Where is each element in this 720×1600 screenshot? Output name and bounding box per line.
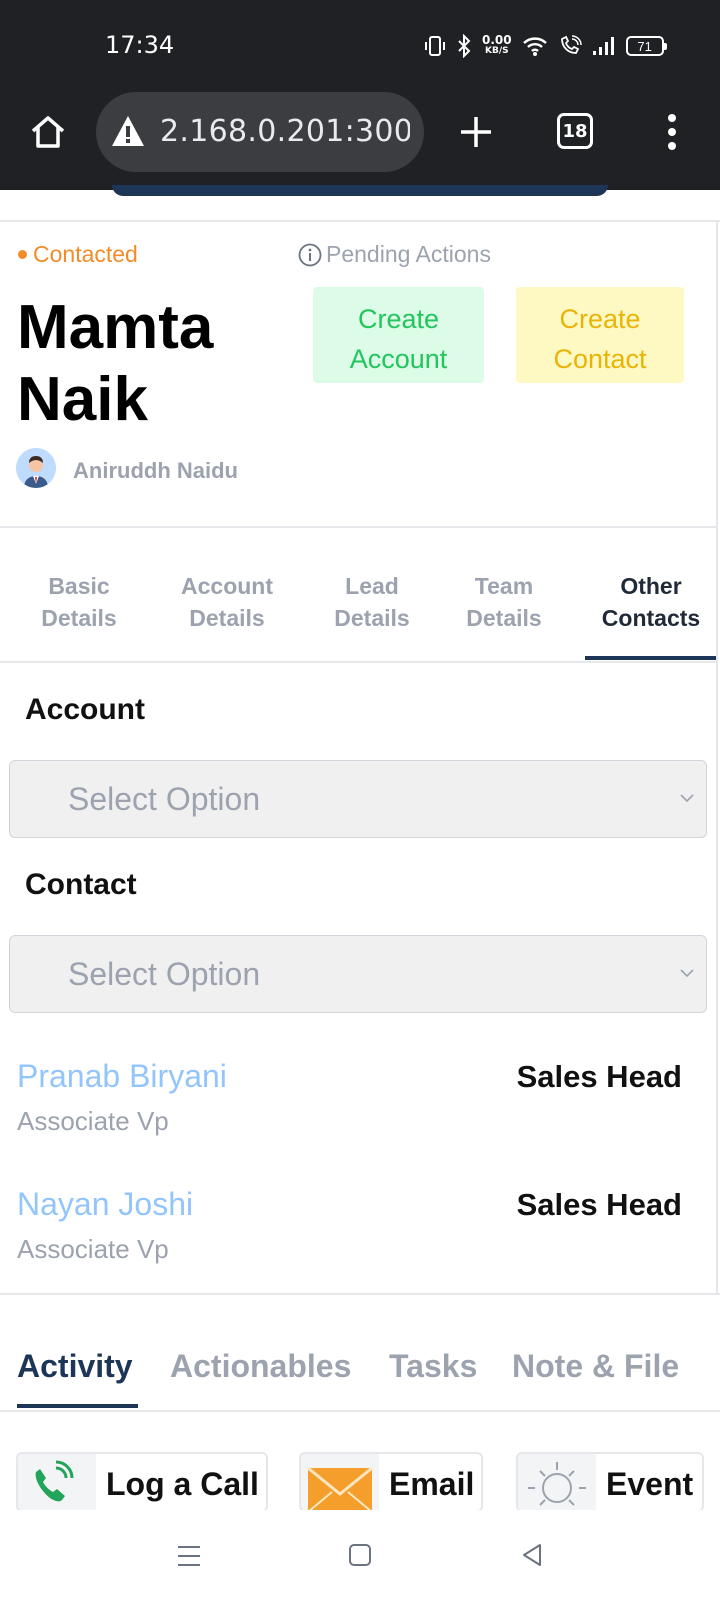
contact-name-link[interactable]: Nayan Joshi — [17, 1186, 193, 1223]
info-icon — [298, 243, 322, 266]
contact-role: Sales Head — [516, 1059, 682, 1094]
tab-team-details[interactable]: Team Details — [452, 570, 556, 634]
chevron-down-icon — [680, 969, 694, 978]
divider — [0, 526, 718, 528]
previous-section-edge — [112, 185, 608, 196]
active-tab-indicator — [585, 656, 716, 660]
lead-owner-name: Aniruddh Naidu — [73, 458, 238, 483]
account-select[interactable]: Select Option — [9, 760, 707, 838]
contact-title: Associate Vp — [17, 1106, 169, 1136]
net-speed: 0.00 KB/S — [482, 33, 512, 56]
system-nav-bar — [0, 1510, 720, 1600]
recent-apps-icon[interactable] — [176, 1543, 202, 1569]
log-a-call-button[interactable]: Log a Call — [16, 1452, 268, 1512]
user-avatar-icon — [16, 448, 56, 488]
account-label: Account — [25, 693, 145, 726]
back-nav-icon[interactable] — [520, 1543, 544, 1567]
phone-icon — [35, 1460, 74, 1502]
tab-tasks[interactable]: Tasks — [389, 1348, 477, 1385]
divider — [0, 1410, 720, 1412]
tab-actionables[interactable]: Actionables — [170, 1348, 351, 1385]
status-bar: 17:34 0.00 KB/S 71 — [0, 0, 720, 90]
chevron-down-icon — [680, 794, 694, 803]
tab-other-contacts[interactable]: Other Contacts — [588, 570, 714, 634]
active-tab-indicator — [17, 1404, 138, 1408]
email-button[interactable]: Email — [299, 1452, 483, 1512]
event-label: Event — [606, 1466, 694, 1502]
icon-box — [518, 1454, 596, 1510]
contact-select-placeholder: Select Option — [68, 956, 261, 992]
tab-basic-details[interactable]: Basic Details — [24, 570, 134, 634]
lead-status-text: Contacted — [33, 241, 138, 267]
vibrate-icon — [425, 36, 445, 56]
lead-name: Mamta Naik — [17, 293, 214, 434]
avatar — [16, 448, 56, 488]
icon-box — [301, 1454, 379, 1510]
account-select-placeholder: Select Option — [68, 781, 261, 817]
tab-account-details[interactable]: Account Details — [170, 570, 284, 634]
envelope-icon — [307, 1466, 373, 1510]
divider — [0, 220, 720, 222]
divider — [0, 661, 718, 663]
tab-switcher-button[interactable]: 18 — [557, 113, 593, 149]
create-contact-button[interactable]: Create Contact — [516, 287, 684, 383]
tab-activity[interactable]: Activity — [17, 1348, 133, 1385]
icon-box — [18, 1454, 96, 1510]
lead-status-badge: Contacted — [18, 241, 138, 268]
divider — [716, 220, 718, 1295]
more-menu-icon[interactable] — [660, 112, 684, 152]
new-tab-icon[interactable] — [456, 112, 496, 152]
detail-tabs: Basic Details Account Details Lead Detai… — [0, 570, 716, 662]
url-text[interactable]: 2.168.0.201:3000 — [160, 114, 410, 149]
address-bar[interactable]: 2.168.0.201:3000 — [96, 92, 424, 172]
contact-title: Associate Vp — [17, 1234, 169, 1264]
event-button[interactable]: Event — [516, 1452, 704, 1512]
warning-icon[interactable] — [110, 114, 146, 148]
signal-icon — [592, 37, 614, 55]
tab-note-and-file[interactable]: Note & File — [512, 1348, 679, 1385]
log-a-call-label: Log a Call — [106, 1466, 259, 1502]
pending-actions-label[interactable]: Pending Actions — [326, 241, 491, 268]
bluetooth-icon — [458, 34, 471, 58]
wifi-calling-icon — [560, 35, 582, 54]
wifi-icon — [522, 37, 547, 56]
create-account-button[interactable]: Create Account — [313, 287, 484, 383]
tab-lead-details[interactable]: Lead Details — [320, 570, 424, 634]
status-time: 17:34 — [105, 31, 175, 59]
browser-toolbar: 2.168.0.201:3000 18 — [0, 90, 720, 190]
divider — [0, 1293, 720, 1295]
contact-label: Contact — [25, 868, 137, 901]
lightbulb-icon — [528, 1462, 586, 1506]
pending-actions-link[interactable]: Pending Actions — [298, 241, 491, 268]
battery-indicator: 71 — [625, 36, 667, 56]
contact-select[interactable]: Select Option — [9, 935, 707, 1013]
email-label: Email — [389, 1466, 475, 1502]
status-icons: 0.00 KB/S 71 — [424, 33, 667, 59]
contact-role: Sales Head — [516, 1187, 682, 1222]
status-dot-icon — [18, 250, 27, 259]
contact-name-link[interactable]: Pranab Biryani — [17, 1058, 227, 1095]
home-icon[interactable] — [28, 112, 68, 152]
home-nav-icon[interactable] — [348, 1543, 372, 1567]
